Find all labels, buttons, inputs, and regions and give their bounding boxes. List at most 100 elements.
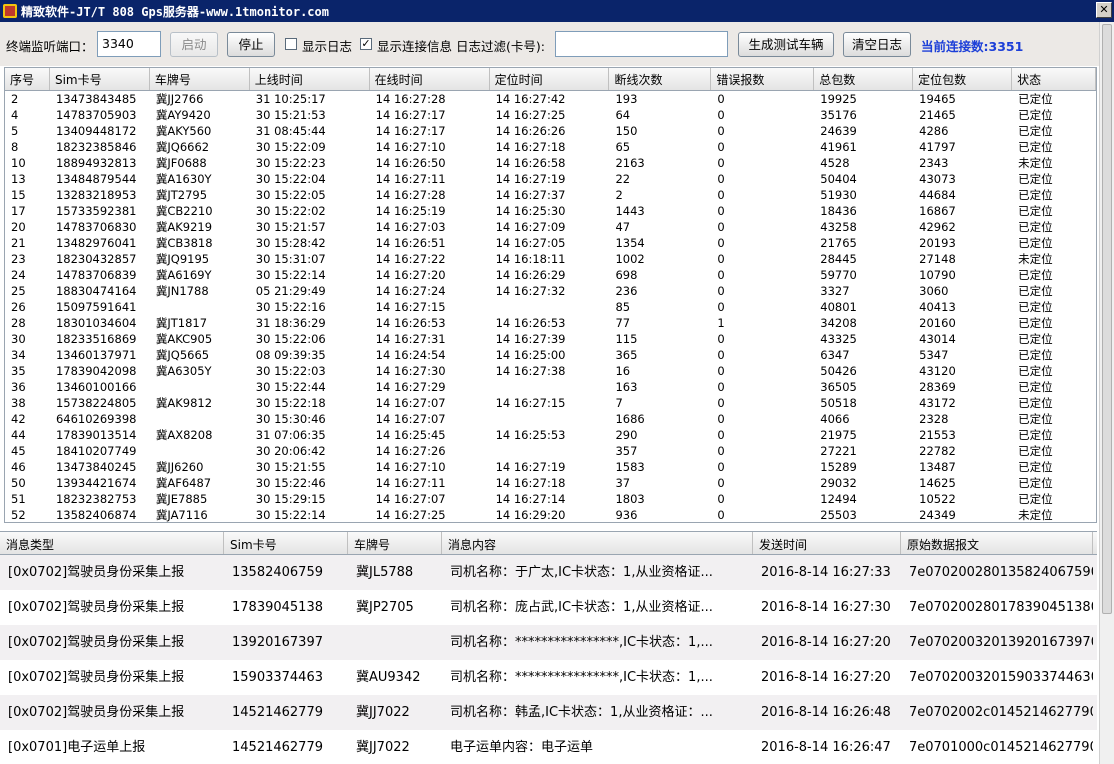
message-table-row[interactable]: [0x0702]驾驶员身份采集上报 13920167397 司机名称：*******… bbox=[0, 625, 1097, 660]
vehicle-table-cell: 698 bbox=[615, 268, 638, 282]
vehicle-table-cell: 已定位 bbox=[1018, 188, 1053, 202]
vehicle-table-cell: 13582406874 bbox=[55, 508, 137, 522]
vehicle-table-row[interactable]: 24 14783706839 冀A6169Y 30 15:22:14 14 16:27:… bbox=[5, 267, 1096, 283]
vehicle-table-column-header[interactable]: 错误报数 bbox=[711, 68, 815, 90]
vehicle-table-cell: 13460100166 bbox=[55, 380, 137, 394]
vehicle-table-cell: 1803 bbox=[615, 492, 645, 506]
message-table-row[interactable]: [0x0702]驾驶员身份采集上报 13582406759 冀JL5788 司机名称：… bbox=[0, 555, 1097, 590]
vehicle-table-column-header[interactable]: 上线时间 bbox=[250, 68, 370, 90]
vehicle-table-cell: 193 bbox=[615, 92, 638, 106]
vehicle-table-row[interactable]: 35 17839042098 冀A6305Y 30 15:22:03 14 16:27:… bbox=[5, 363, 1096, 379]
vehicle-table-row[interactable]: 36 13460100166 30 15:22:44 14 16:27:29 163 0 3… bbox=[5, 379, 1096, 395]
vehicle-table-cell: 5347 bbox=[919, 348, 949, 362]
message-table-column-header[interactable]: 车牌号 bbox=[348, 532, 442, 554]
show-connection-checkbox[interactable]: ✓ bbox=[360, 38, 372, 50]
vehicle-table-row[interactable]: 25 18830474164 冀JN1788 05 21:29:49 14 16:27:… bbox=[5, 283, 1096, 299]
vehicle-table-row[interactable]: 51 18232382753 冀JE7885 30 15:29:15 14 16:27:… bbox=[5, 491, 1096, 507]
message-table-column-header[interactable]: Sim卡号 bbox=[224, 532, 348, 554]
vehicle-table-cell: 已定位 bbox=[1018, 348, 1053, 362]
vehicle-table-row[interactable]: 30 18233516869 冀AKC905 30 15:22:06 14 16:27:… bbox=[5, 331, 1096, 347]
vehicle-table-column-header[interactable]: 定位包数 bbox=[913, 68, 1013, 90]
vehicle-table-cell: 30 15:31:07 bbox=[255, 252, 326, 266]
vehicle-table-row[interactable]: 52 13582406874 冀JA7116 30 15:22:14 14 16:27:… bbox=[5, 507, 1096, 522]
vehicle-table-cell: 18230432857 bbox=[55, 252, 137, 266]
vehicle-table-row[interactable]: 23 18230432857 冀JQ9195 30 15:31:07 14 16:27:… bbox=[5, 251, 1096, 267]
vehicle-table-row[interactable]: 17 15733592381 冀CB2210 30 15:22:02 14 16:25:… bbox=[5, 203, 1096, 219]
vehicle-table-row[interactable]: 50 13934421674 冀AF6487 30 15:22:46 14 16:27:… bbox=[5, 475, 1096, 491]
close-icon[interactable]: ✕ bbox=[1096, 2, 1112, 18]
vehicle-table-cell: 30 15:22:14 bbox=[255, 268, 326, 282]
vehicle-table-cell: 14 16:27:09 bbox=[495, 220, 566, 234]
vehicle-table-cell: 40413 bbox=[919, 300, 956, 314]
vehicle-table-row[interactable]: 8 18232385846 冀JQ6662 30 15:22:09 14 16:27:1… bbox=[5, 139, 1096, 155]
vehicle-table-cell: 20193 bbox=[919, 236, 956, 250]
vehicle-table-row[interactable]: 5 13409448172 冀AKY560 31 08:45:44 14 16:27:1… bbox=[5, 123, 1096, 139]
message-table-column-header[interactable]: 发送时间 bbox=[753, 532, 901, 554]
vehicle-table-cell: 18233516869 bbox=[55, 332, 137, 346]
vehicle-table-cell: 18894932813 bbox=[55, 156, 137, 170]
vehicle-table-cell: 30 bbox=[11, 332, 26, 346]
vehicle-table-row[interactable]: 38 15738224805 冀AK9812 30 15:22:18 14 16:27:… bbox=[5, 395, 1096, 411]
vehicle-table-row[interactable]: 15 13283218953 冀JT2795 30 15:22:05 14 16:27:… bbox=[5, 187, 1096, 203]
message-table-column-header[interactable]: 消息类型 bbox=[0, 532, 224, 554]
vehicle-table-cell: 14 16:27:26 bbox=[375, 444, 446, 458]
message-table-row[interactable]: [0x0702]驾驶员身份采集上报 17839045138 冀JP2705 司机名称：… bbox=[0, 590, 1097, 625]
port-input[interactable]: 3340 bbox=[97, 31, 161, 57]
vehicle-table-column-header[interactable]: 断线次数 bbox=[609, 68, 712, 90]
message-table-cell: 冀AU9342 bbox=[356, 670, 421, 685]
generate-test-vehicle-button[interactable]: 生成测试车辆 bbox=[738, 32, 834, 57]
message-table-column-header[interactable]: 消息内容 bbox=[442, 532, 753, 554]
vehicle-table-column-header[interactable]: 在线时间 bbox=[370, 68, 490, 90]
vehicle-table-cell: 15733592381 bbox=[55, 204, 137, 218]
message-table-cell: [0x0702]驾驶员身份采集上报 bbox=[8, 635, 185, 650]
vehicle-table-cell: 14 16:27:31 bbox=[375, 332, 446, 346]
vehicle-table-column-header[interactable]: 状态 bbox=[1012, 68, 1096, 90]
vehicle-table-cell: 21765 bbox=[820, 236, 857, 250]
vertical-scrollbar[interactable] bbox=[1099, 22, 1114, 764]
vehicle-table-row[interactable]: 28 18301034604 冀JT1817 31 18:36:29 14 16:26:… bbox=[5, 315, 1096, 331]
vehicle-table-row[interactable]: 45 18410207749 30 20:06:42 14 16:27:26 357 0 2… bbox=[5, 443, 1096, 459]
vehicle-table-row[interactable]: 42 64610269398 30 15:30:46 14 16:27:07 1686 0… bbox=[5, 411, 1096, 427]
vehicle-table-cell: 14 16:27:24 bbox=[375, 284, 446, 298]
message-table-row[interactable]: [0x0702]驾驶员身份采集上报 14521462779 冀JJ7022 司机名称：… bbox=[0, 695, 1097, 730]
vehicle-table-cell: 0 bbox=[717, 124, 725, 138]
vehicle-table-cell: 35176 bbox=[820, 108, 857, 122]
clear-log-button[interactable]: 清空日志 bbox=[843, 32, 911, 57]
vehicle-table-cell: 冀CB3818 bbox=[155, 236, 213, 250]
vehicle-table-column-header[interactable]: 车牌号 bbox=[150, 68, 250, 90]
vehicle-table-row[interactable]: 4 14783705903 冀AY9420 30 15:21:53 14 16:27:1… bbox=[5, 107, 1096, 123]
message-table-row[interactable]: [0x0701]电子运单上报 14521462779 冀JJ7022 电子运单内容：电… bbox=[0, 730, 1097, 764]
start-button[interactable]: 启动 bbox=[170, 32, 218, 57]
vehicle-table-row[interactable]: 13 13484879544 冀A1630Y 30 15:22:04 14 16:27:… bbox=[5, 171, 1096, 187]
show-log-checkbox[interactable] bbox=[285, 38, 297, 50]
vehicle-table-cell: 43120 bbox=[919, 364, 956, 378]
vehicle-table-row[interactable]: 21 13482976041 冀CB3818 30 15:28:42 14 16:26:… bbox=[5, 235, 1096, 251]
message-table-cell: 司机名称：庞占武,IC卡状态：1,从业资格证... bbox=[450, 600, 713, 615]
vehicle-table-column-header[interactable]: 总包数 bbox=[814, 68, 914, 90]
vehicle-table-row[interactable]: 26 15097591641 30 15:22:16 14 16:27:15 85 0 40… bbox=[5, 299, 1096, 315]
vehicle-table-cell: 15289 bbox=[820, 460, 857, 474]
vehicle-table-cell: 0 bbox=[717, 284, 725, 298]
vehicle-table-column-header[interactable]: 定位时间 bbox=[490, 68, 610, 90]
vehicle-table-cell: 已定位 bbox=[1018, 428, 1053, 442]
vehicle-table-cell: 30 15:22:05 bbox=[255, 188, 326, 202]
log-filter-input[interactable] bbox=[555, 31, 728, 57]
vehicle-table-cell: 已定位 bbox=[1018, 364, 1053, 378]
vehicle-table-cell: 59770 bbox=[820, 268, 857, 282]
vehicle-table-row[interactable]: 10 18894932813 冀JF0688 30 15:22:23 14 16:26:… bbox=[5, 155, 1096, 171]
vehicle-table-cell: 21553 bbox=[919, 428, 956, 442]
vehicle-table-row[interactable]: 34 13460137971 冀JQ5665 08 09:39:35 14 16:24:… bbox=[5, 347, 1096, 363]
message-table-row[interactable]: [0x0702]驾驶员身份采集上报 15903374463 冀AU9342 司机名称：… bbox=[0, 660, 1097, 695]
vehicle-table-cell: 18830474164 bbox=[55, 284, 137, 298]
vehicle-table-column-header[interactable]: Sim卡号 bbox=[50, 68, 150, 90]
vehicle-table-row[interactable]: 2 13473843485 冀JJ2766 31 10:25:17 14 16:27:2… bbox=[5, 91, 1096, 107]
vehicle-table-row[interactable]: 20 14783706830 冀AK9219 30 15:21:57 14 16:27:… bbox=[5, 219, 1096, 235]
vehicle-table-row[interactable]: 44 17839013514 冀AX8208 31 07:06:35 14 16:25:… bbox=[5, 427, 1096, 443]
vehicle-table-column-header[interactable]: 序号 bbox=[5, 68, 50, 90]
stop-button[interactable]: 停止 bbox=[227, 32, 275, 57]
scrollbar-thumb[interactable] bbox=[1102, 24, 1112, 614]
vehicle-table-cell: 34 bbox=[11, 348, 26, 362]
vehicle-table-row[interactable]: 46 13473840245 冀JJ6260 30 15:21:55 14 16:27:… bbox=[5, 459, 1096, 475]
message-table-column-header[interactable]: 原始数据报文 bbox=[901, 532, 1093, 554]
vehicle-table-cell: 26 bbox=[11, 300, 26, 314]
